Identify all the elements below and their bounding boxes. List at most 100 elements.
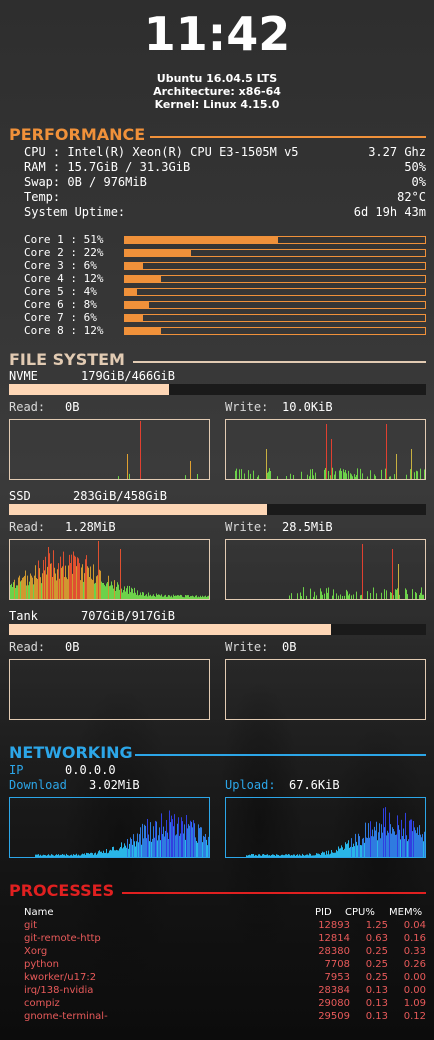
os-info: Ubuntu 16.04.5 LTS <box>156 72 278 85</box>
temp-label: Temp: <box>24 190 61 204</box>
process-mem: 0.00 <box>403 985 426 996</box>
upload-label: Upload: <box>225 778 276 792</box>
core-usage-bar <box>124 288 426 296</box>
process-mem: 1.09 <box>403 998 426 1009</box>
core-label: Core 6 : 8% <box>24 298 97 311</box>
write-label: Write: <box>225 520 269 534</box>
uptime-label: System Uptime: <box>24 205 126 219</box>
upload-value: 67.6KiB <box>289 778 340 792</box>
kernel-info: Kernel: Linux 4.15.0 <box>154 98 280 111</box>
process-pid: 29509 <box>318 1011 350 1022</box>
filesystem-title: FILE SYSTEM <box>9 350 125 369</box>
process-cpu: 1.25 <box>365 920 388 931</box>
process-name: git <box>24 920 38 931</box>
process-cpu: 0.13 <box>365 1011 388 1022</box>
cpu-label: CPU : Intel(R) Xeon(R) CPU E3-1505M v5 <box>24 145 299 159</box>
core-label: Core 4 : 12% <box>24 272 104 285</box>
ram-label: RAM : 15.7GiB / 31.3GiB <box>24 160 191 174</box>
process-mem: 0.16 <box>403 933 426 944</box>
read-label: Read: <box>9 520 46 534</box>
core-usage-bar <box>124 275 426 283</box>
process-pid: 28384 <box>318 985 350 996</box>
drive-usage-ssd: 283GiB/458GiB <box>73 489 167 503</box>
conky-panel: 11:42 Ubuntu 16.04.5 LTS Architecture: x… <box>0 0 434 1040</box>
write-label: Write: <box>225 640 269 654</box>
core-label: Core 8 : 12% <box>24 324 104 337</box>
drive-name-tank: Tank <box>9 609 38 623</box>
read-label: Read: <box>9 400 46 414</box>
process-name: gnome-terminal- <box>24 1011 108 1022</box>
write-label: Write: <box>225 400 269 414</box>
drive-usage-nvme: 179GiB/466GiB <box>81 369 175 383</box>
processes-title: PROCESSES <box>9 881 115 900</box>
download-graph <box>9 797 210 858</box>
core-label: Core 5 : 4% <box>24 285 97 298</box>
drive-usage-tank: 707GiB/917GiB <box>81 609 175 623</box>
process-cpu: 0.25 <box>365 946 388 957</box>
process-name: irq/138-nvidia <box>24 985 94 996</box>
core-usage-bar <box>124 262 426 270</box>
cpu-value: 3.27 Ghz <box>368 145 426 159</box>
write-value-tank: 0B <box>282 640 297 654</box>
process-name: Xorg <box>24 946 48 957</box>
read-graph-ssd <box>9 539 210 600</box>
write-graph-nvme <box>225 419 426 480</box>
header-name: Name <box>24 907 54 918</box>
header-mem: MEM% <box>389 907 423 918</box>
read-value-tank: 0B <box>65 640 80 654</box>
write-graph-ssd <box>225 539 426 600</box>
networking-title: NETWORKING <box>9 743 133 762</box>
header-cpu: CPU% <box>345 907 375 918</box>
write-value-ssd: 28.5MiB <box>282 520 333 534</box>
core-usage-bar <box>124 327 426 335</box>
filesystem-divider <box>133 361 426 363</box>
process-pid: 7708 <box>324 959 350 970</box>
process-cpu: 0.13 <box>365 985 388 996</box>
download-label: Download <box>9 778 67 792</box>
read-graph-tank <box>9 659 210 720</box>
performance-divider <box>150 136 426 138</box>
drive-usage-bar-tank <box>9 624 426 635</box>
process-mem: 0.04 <box>403 920 426 931</box>
write-graph-tank <box>225 659 426 720</box>
read-label: Read: <box>9 640 46 654</box>
core-label: Core 2 : 22% <box>24 246 104 259</box>
upload-graph <box>225 797 426 858</box>
processes-divider <box>122 892 426 894</box>
core-usage-bar <box>124 249 426 257</box>
process-name: git-remote-http <box>24 933 101 944</box>
clock: 11:42 <box>143 7 291 61</box>
process-cpu: 0.63 <box>365 933 388 944</box>
process-pid: 12814 <box>318 933 350 944</box>
process-name: python <box>24 959 59 970</box>
swap-label: Swap: 0B / 976MiB <box>24 175 147 189</box>
uptime-value: 6d 19h 43m <box>353 205 426 219</box>
process-pid: 12893 <box>318 920 350 931</box>
performance-title: PERFORMANCE <box>9 125 146 144</box>
process-mem: 0.26 <box>403 959 426 970</box>
swap-value: 0% <box>411 175 426 189</box>
process-cpu: 0.25 <box>365 959 388 970</box>
read-graph-nvme <box>9 419 210 480</box>
header-pid: PID <box>315 907 332 918</box>
drive-usage-bar-ssd <box>9 504 426 515</box>
write-value-nvme: 10.0KiB <box>282 400 333 414</box>
process-name: kworker/u17:2 <box>24 972 97 983</box>
download-value: 3.02MiB <box>89 778 140 792</box>
read-value-nvme: 0B <box>65 400 80 414</box>
drive-name-ssd: SSD <box>9 489 31 503</box>
process-name: compiz <box>24 998 60 1009</box>
process-mem: 0.12 <box>403 1011 426 1022</box>
ip-label: IP <box>9 763 24 777</box>
process-pid: 7953 <box>324 972 350 983</box>
drive-name-nvme: NVME <box>9 369 38 383</box>
process-mem: 0.00 <box>403 972 426 983</box>
process-mem: 0.33 <box>403 946 426 957</box>
process-cpu: 0.25 <box>365 972 388 983</box>
core-label: Core 3 : 6% <box>24 259 97 272</box>
ram-value: 50% <box>404 160 426 174</box>
core-label: Core 7 : 6% <box>24 311 97 324</box>
temp-value: 82°C <box>397 190 426 204</box>
networking-divider <box>135 754 426 756</box>
ip-value: 0.0.0.0 <box>65 763 116 777</box>
